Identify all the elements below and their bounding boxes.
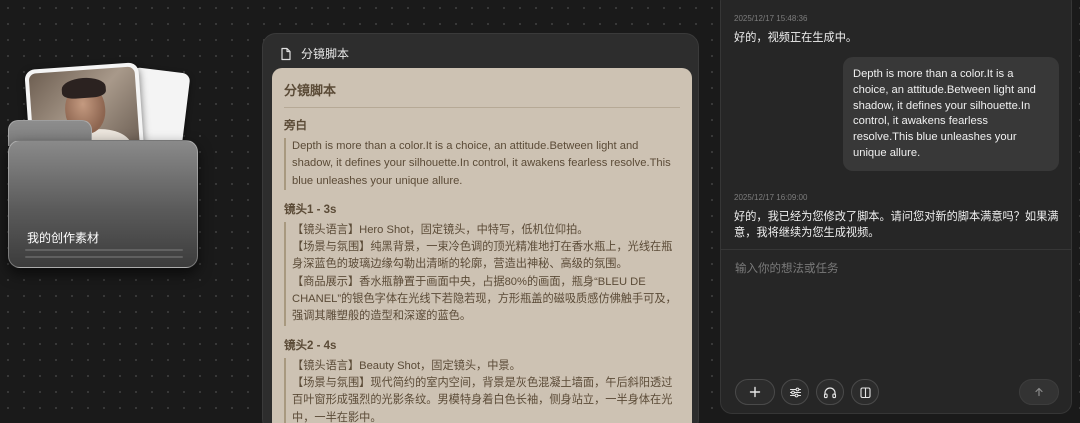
assistant-message: 好的，视频正在生成中。 — [734, 32, 858, 44]
voice-button[interactable] — [816, 379, 844, 405]
folder-body: 我的创作素材 — [8, 140, 198, 268]
folder-divider — [25, 256, 183, 258]
section-title: 镜头1 - 3s — [284, 203, 337, 216]
message-timestamp: 2025/12/17 15:48:36 — [734, 14, 808, 23]
document-title: 分镜脚本 — [284, 80, 680, 108]
user-message-bubble: Depth is more than a color.It is a choic… — [843, 57, 1059, 171]
chat-input[interactable] — [735, 259, 1055, 279]
section-line: 【场景与氛围】纯黑背景，一束冷色调的顶光精准地打在香水瓶上，光线在瓶身深蓝色的玻… — [292, 241, 673, 271]
add-button[interactable] — [735, 379, 775, 405]
storyboard-panel-header: 分镜脚本 — [279, 45, 349, 62]
chat-panel: 2025/12/17 15:48:36 好的，视频正在生成中。 Depth is… — [720, 0, 1072, 414]
sliders-icon — [789, 387, 801, 397]
section-line: 【场景与氛围】现代简约的室内空间，背景是灰色混凝土墙面，午后斜阳透过百叶窗形成强… — [292, 376, 673, 423]
message-timestamp: 2025/12/17 16:09:00 — [734, 193, 808, 202]
section-line: Depth is more than a color.It is a choic… — [292, 140, 671, 187]
arrow-up-icon — [1035, 387, 1043, 397]
section-title: 旁白 — [284, 120, 307, 132]
library-button[interactable] — [851, 379, 879, 405]
section-line: 【镜头语言】Hero Shot，固定镜头，中特写，低机位仰拍。 — [292, 223, 589, 236]
folder-divider — [25, 249, 183, 251]
section-line: 【镜头语言】Beauty Shot，固定镜头，中景。 — [292, 359, 521, 372]
document-icon — [281, 47, 291, 60]
assistant-message: 好的，我已经为您修改了脚本。请问您对新的脚本满意吗？如果满意，我将继续为您生成视… — [734, 211, 1059, 239]
plus-icon — [749, 386, 761, 398]
send-button[interactable] — [1019, 379, 1059, 405]
section-line: 【商品展示】香水瓶静置于画面中央，占据80%的画面，瓶身“BLEU DE CHA… — [292, 275, 677, 323]
storyboard-document[interactable]: 分镜脚本 旁白 Depth is more than a color.It is… — [272, 68, 692, 423]
storyboard-panel-title: 分镜脚本 — [301, 47, 350, 61]
section-body: Depth is more than a color.It is a choic… — [284, 138, 680, 190]
settings-button[interactable] — [781, 379, 809, 405]
headphones-icon — [823, 386, 837, 398]
creative-assets-folder[interactable]: 我的创作素材 — [8, 60, 200, 270]
section-body: 【镜头语言】Beauty Shot，固定镜头，中景。 【场景与氛围】现代简约的室… — [284, 357, 680, 423]
book-icon — [859, 386, 871, 398]
folder-label: 我的创作素材 — [27, 231, 100, 245]
storyboard-panel: 分镜脚本 分镜脚本 旁白 Depth is more than a color.… — [262, 33, 699, 423]
chat-divider — [721, 249, 1071, 250]
section-body: 【镜头语言】Hero Shot，固定镜头，中特写，低机位仰拍。 【场景与氛围】纯… — [284, 221, 680, 326]
section-title: 镜头2 - 4s — [284, 339, 337, 352]
